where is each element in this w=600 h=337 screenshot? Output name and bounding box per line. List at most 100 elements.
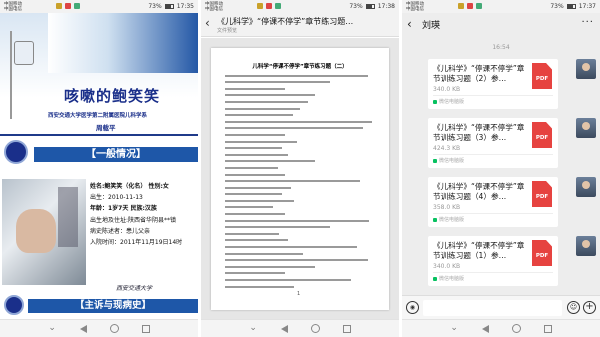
phone-slides: 中国移动 中国电信 73% 17:35 咳嗽的鲍笑笑 西安交通大学医学第二附属医…	[0, 0, 198, 337]
file-source: 微信电脑版	[433, 216, 464, 223]
iv-drip-image	[10, 31, 40, 119]
avatar[interactable]	[576, 59, 596, 79]
battery-percent: 73%	[550, 3, 564, 10]
nav-back-icon[interactable]	[481, 324, 489, 333]
carrier-2: 中国电信	[4, 6, 22, 12]
file-source: 微信电脑版	[433, 98, 464, 105]
nav-back-icon[interactable]	[79, 324, 87, 333]
history-heading: 【主诉与现病史】	[28, 299, 198, 313]
battery-icon	[164, 4, 174, 9]
file-name: 《儿科学》“停课不停学”章节训练习题（2）参…	[433, 64, 525, 83]
file-message-card[interactable]: 《儿科学》“停课不停学”章节训练习题（3）参… 424.3 KB PDF 微信电…	[428, 118, 558, 168]
avatar[interactable]	[576, 177, 596, 197]
file-source: 微信电脑版	[433, 157, 464, 164]
general-info-header: 【一般情况】	[0, 137, 198, 175]
carrier-info: 中国移动 中国电信	[406, 2, 424, 12]
slide-author: 周载平	[96, 124, 116, 132]
plus-icon[interactable]: +	[583, 301, 596, 314]
file-size: 340.0 KB	[433, 263, 461, 270]
status-right: 73% 17:37	[550, 3, 596, 10]
wechat-pc-icon	[433, 99, 437, 104]
nav-home-icon[interactable]	[512, 324, 522, 333]
nav-home-icon[interactable]	[110, 324, 120, 333]
info-line-narrator: 病史陈述者：患儿父亲	[90, 227, 151, 235]
file-title: 《儿科学》“停课不停学”章节练习题…	[217, 17, 354, 26]
pdf-file-icon: PDF	[532, 122, 552, 148]
contact-name: 刘瑛	[422, 21, 441, 31]
nav-back-icon[interactable]	[280, 324, 288, 333]
nav-home-icon[interactable]	[311, 324, 321, 333]
file-message-card[interactable]: 《儿科学》“停课不停学”章节训练习题（2）参… 340.0 KB PDF 微信电…	[428, 59, 558, 109]
preview-header: ‹ 《儿科学》“停课不停学”章节练习题… 文件预览	[201, 13, 399, 37]
clock: 17:38	[377, 3, 395, 10]
file-name: 《儿科学》“停课不停学”章节训练习题（1）参…	[433, 241, 525, 260]
document-viewer[interactable]: 儿科学“停课不停学”章节练习题（二） 1	[201, 38, 399, 319]
avatar[interactable]	[576, 236, 596, 256]
wechat-pc-icon	[433, 158, 437, 163]
history-slide: 【主诉与现病史】	[0, 293, 198, 319]
phone-wechat-chat: 中国移动 中国电信 73% 17:37 ‹ 刘瑛 ··· 16:54 《儿科学》…	[402, 0, 600, 337]
more-options-icon[interactable]: ···	[581, 17, 594, 28]
nav-recents-icon[interactable]	[544, 324, 553, 333]
info-line-name: 姓名:鲍笑笑（化名） 性别:女	[90, 183, 169, 190]
message-input[interactable]	[423, 300, 562, 316]
nav-chevron-icon[interactable]: ⌄	[48, 324, 57, 333]
chat-header: ‹ 刘瑛 ···	[402, 13, 600, 37]
page-number: 1	[297, 291, 301, 297]
emoji-icon[interactable]: ☺	[567, 301, 580, 314]
nav-chevron-icon[interactable]: ⌄	[450, 324, 459, 333]
document-title: 儿科学“停课不停学”章节练习题（二）	[252, 64, 348, 70]
status-right: 73% 17:38	[349, 3, 395, 10]
clock: 17:37	[578, 3, 596, 10]
file-message-card[interactable]: 《儿科学》“停课不停学”章节训练习题（1）参… 340.0 KB PDF 微信电…	[428, 236, 558, 286]
battery-icon	[365, 4, 375, 9]
notification-icons	[458, 3, 482, 9]
university-name: 西安交通大学	[116, 285, 153, 292]
university-logo-icon	[4, 140, 28, 164]
clock: 17:35	[176, 3, 194, 10]
status-bar: 中国移动 中国电信 73% 17:37	[402, 0, 600, 13]
document-page: 儿科学“停课不停学”章节练习题（二）	[211, 48, 389, 310]
nav-recents-icon[interactable]	[142, 324, 151, 333]
back-icon[interactable]: ‹	[205, 16, 210, 30]
system-nav-bar: ⌄	[402, 319, 600, 337]
battery-icon	[566, 4, 576, 9]
status-right: 73% 17:35	[148, 3, 194, 10]
status-bar: 中国移动 中国电信 73% 17:35	[0, 0, 198, 13]
slide-banner-image	[48, 13, 198, 73]
pdf-file-icon: PDF	[532, 181, 552, 207]
nav-chevron-icon[interactable]: ⌄	[249, 324, 258, 333]
file-size: 424.3 KB	[433, 145, 461, 152]
carrier-2: 中国电信	[205, 6, 223, 12]
notification-icons	[257, 3, 281, 9]
slide-title: 咳嗽的鲍笑笑	[64, 87, 161, 105]
file-message-card[interactable]: 《儿科学》“停课不停学”章节训练习题（4）参… 358.0 KB PDF 微信电…	[428, 177, 558, 227]
back-icon[interactable]: ‹	[407, 17, 412, 31]
chat-messages[interactable]: 16:54 《儿科学》“停课不停学”章节训练习题（2）参… 340.0 KB P…	[402, 37, 600, 295]
info-line-age: 年龄：1岁7天 民族:汉族	[90, 205, 157, 213]
slide-institution: 西安交通大学医学第二附属医院儿科学系	[48, 113, 148, 119]
system-nav-bar: ⌄	[0, 319, 198, 337]
info-line-address: 出生地及住址:陕西省华阴县**镇	[90, 216, 177, 224]
battery-percent: 73%	[349, 3, 363, 10]
slide-footer: 西安交通大学	[0, 285, 198, 292]
file-preview-label: 文件预览	[217, 28, 238, 34]
carrier-2: 中国电信	[406, 6, 424, 12]
carrier-info: 中国移动 中国电信	[205, 2, 223, 12]
title-slide: 咳嗽的鲍笑笑 西安交通大学医学第二附属医院儿科学系 周载平	[0, 13, 198, 136]
carrier-info: 中国移动 中国电信	[4, 2, 22, 12]
battery-percent: 73%	[148, 3, 162, 10]
phone-doc-preview: 中国移动 中国电信 73% 17:38 ‹ 《儿科学》“停课不停学”章节练习题……	[201, 0, 399, 337]
avatar[interactable]	[576, 118, 596, 138]
patient-photo	[2, 179, 86, 285]
status-bar: 中国移动 中国电信 73% 17:38	[201, 0, 399, 13]
message-timestamp: 16:54	[492, 44, 510, 51]
pdf-file-icon: PDF	[532, 63, 552, 89]
voice-icon[interactable]: ◉	[406, 301, 419, 314]
system-nav-bar: ⌄	[201, 319, 399, 337]
wechat-pc-icon	[433, 276, 437, 281]
chat-input-bar: ◉ ☺ +	[402, 295, 600, 319]
file-size: 358.0 KB	[433, 204, 461, 211]
nav-recents-icon[interactable]	[343, 324, 352, 333]
general-info-heading: 【一般情况】	[34, 147, 198, 162]
